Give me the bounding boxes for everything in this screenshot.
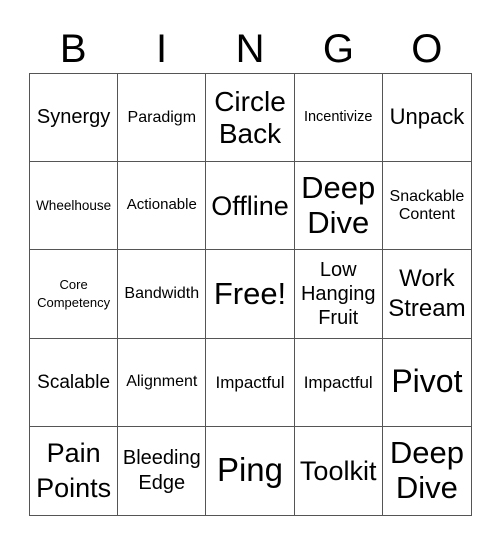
bingo-cell[interactable]: Circle Back	[206, 74, 295, 163]
header-letter-i: I	[156, 27, 168, 71]
bingo-cell[interactable]: Impactful	[294, 338, 383, 427]
bingo-cell[interactable]: Low Hanging Fruit	[294, 250, 383, 339]
bingo-cell[interactable]: Synergy	[30, 74, 119, 163]
header-letter-o: O	[411, 27, 443, 71]
bingo-cell[interactable]: Toolkit	[295, 426, 383, 515]
bingo-cell[interactable]: Deep Dive	[383, 427, 471, 515]
bingo-grid: Synergy Paradigm Circle Back Incentivize…	[29, 73, 472, 516]
bingo-cell[interactable]: Pivot	[382, 339, 471, 427]
bingo-cell[interactable]: Actionable	[118, 162, 207, 251]
bingo-cell[interactable]: Paradigm	[118, 74, 207, 163]
bingo-cell[interactable]: Ping	[206, 426, 295, 515]
free-space-cell[interactable]: Free!	[206, 250, 295, 339]
bingo-cell[interactable]: Scalable	[30, 338, 119, 427]
bingo-cell[interactable]: Deep Dive	[294, 162, 383, 251]
bingo-cell[interactable]: Snackable Content	[382, 162, 471, 251]
bingo-cell[interactable]: Bleeding Edge	[118, 426, 207, 515]
bingo-cell[interactable]: Offline	[206, 162, 295, 251]
header-letter-g: G	[322, 27, 354, 71]
bingo-cell[interactable]: Unpack	[382, 74, 471, 163]
bingo-cell[interactable]: Pain Points	[30, 426, 119, 515]
header-letter-n: N	[235, 27, 265, 71]
bingo-cell[interactable]: Wheelhouse	[30, 162, 119, 251]
bingo-cell[interactable]: Core Competency	[30, 250, 119, 339]
bingo-cell[interactable]: Bandwidth	[118, 250, 207, 339]
bingo-header: B I N G O	[29, 26, 471, 72]
bingo-cell[interactable]: Work Stream	[382, 250, 471, 339]
bingo-cell[interactable]: Alignment	[118, 338, 207, 427]
bingo-cell[interactable]: Incentivize	[294, 74, 383, 163]
header-letter-b: B	[59, 27, 87, 71]
bingo-cell[interactable]: Impactful	[206, 338, 295, 427]
